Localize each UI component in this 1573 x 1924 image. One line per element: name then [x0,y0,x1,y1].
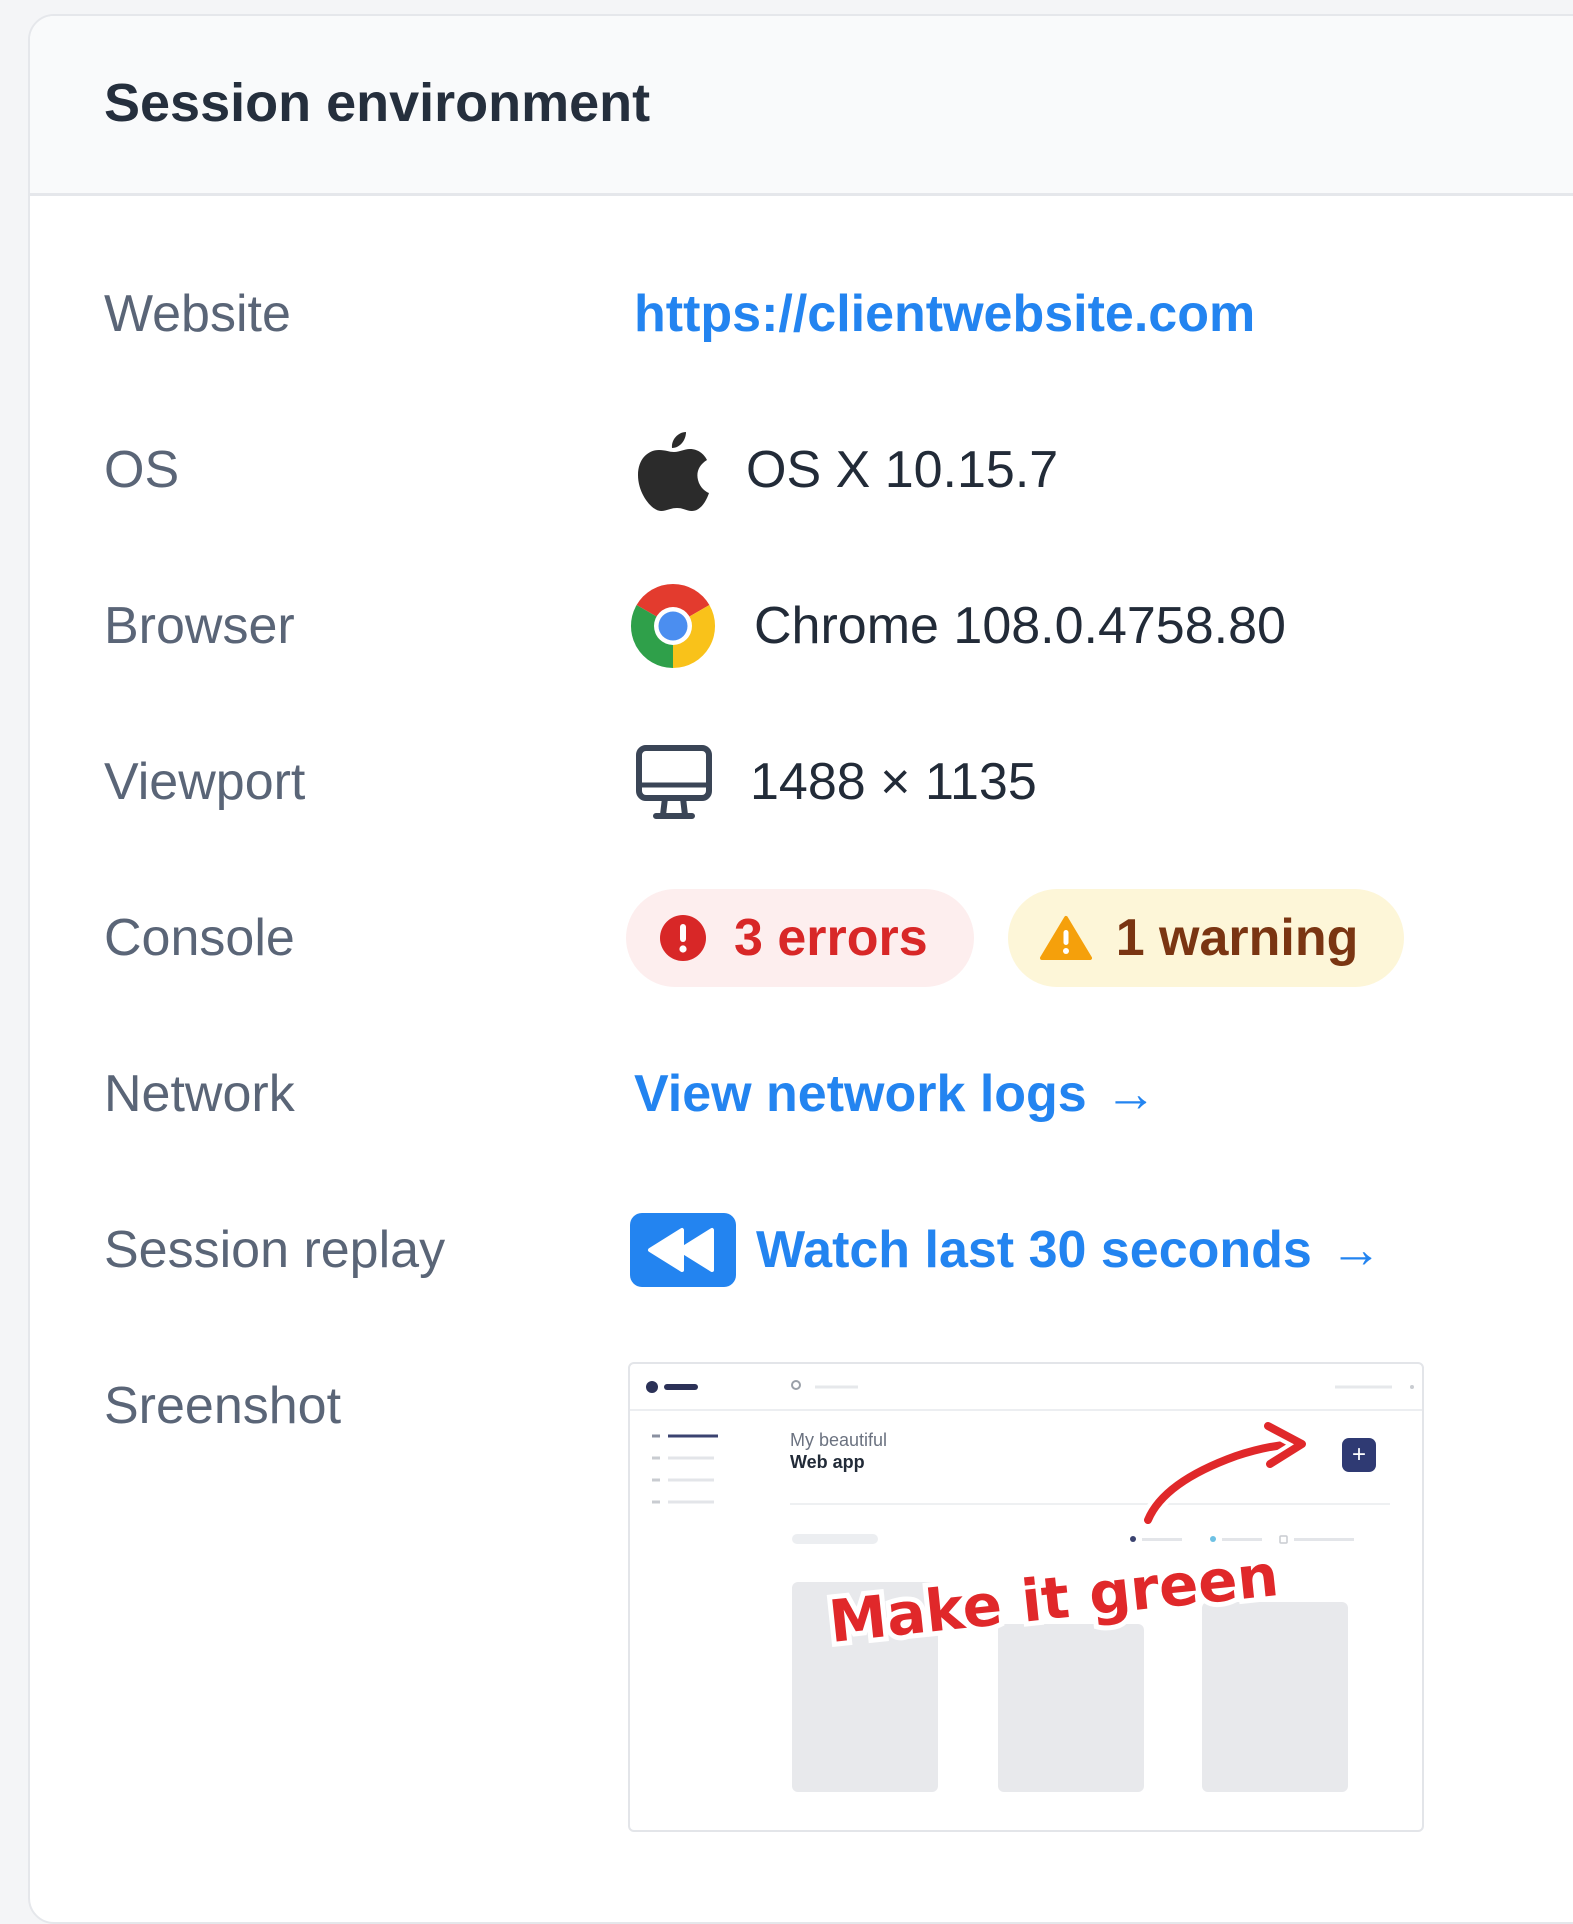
network-link-text: View network logs [634,1065,1087,1123]
session-replay-label: Session replay [104,1221,446,1279]
view-network-logs-link[interactable]: View network logs → [634,1064,1157,1124]
arrow-right-icon: → [1329,1221,1382,1279]
preview-plus-icon: + [1352,1441,1366,1468]
warning-icon [1039,915,1092,961]
viewport-value: 1488 × 1135 [750,753,1037,811]
watch-replay-link[interactable]: Watch last 30 seconds → [756,1220,1382,1280]
error-icon [658,913,708,963]
screenshot-label: Sreenshot [104,1377,342,1435]
row-os: OS OS X 10.15.7 [0,420,1573,520]
browser-label: Browser [104,597,295,655]
warnings-badge[interactable]: 1 warning [1007,889,1405,987]
row-viewport: Viewport 1488 × 1135 [0,732,1573,832]
os-value: OS X 10.15.7 [746,441,1059,499]
arrow-right-icon: → [1104,1065,1157,1123]
row-network: Network View network logs → [0,1044,1573,1144]
row-website: Website https://clientwebsite.com [0,264,1573,364]
viewport-label: Viewport [104,753,306,811]
errors-text: 3 errors [734,909,928,967]
row-console: Console 3 errors 1 warning [0,888,1573,988]
monitor-icon [634,742,714,822]
replay-link-text: Watch last 30 seconds [756,1221,1312,1279]
network-label: Network [104,1065,295,1123]
website-label: Website [104,285,291,343]
chrome-icon [630,583,716,669]
row-browser: Browser Chrome 108.0.4758.80 [0,576,1573,676]
screenshot-thumbnail[interactable]: My beautiful Web app + Make it green [628,1362,1424,1832]
os-label: OS [104,441,180,499]
warnings-text: 1 warning [1115,909,1359,967]
browser-value: Chrome 108.0.4758.80 [754,597,1286,655]
website-link[interactable]: https://clientwebsite.com [634,284,1255,344]
rewind-icon[interactable] [630,1213,736,1287]
errors-badge[interactable]: 3 errors [626,889,974,987]
panel-title: Session environment [104,73,651,133]
row-session-replay: Session replay Watch last 30 seconds → [0,1200,1573,1300]
preview-title-line1: My beautiful [790,1430,887,1450]
preview-title-line2: Web app [790,1452,865,1472]
apple-icon [636,428,710,512]
console-label: Console [104,909,295,967]
